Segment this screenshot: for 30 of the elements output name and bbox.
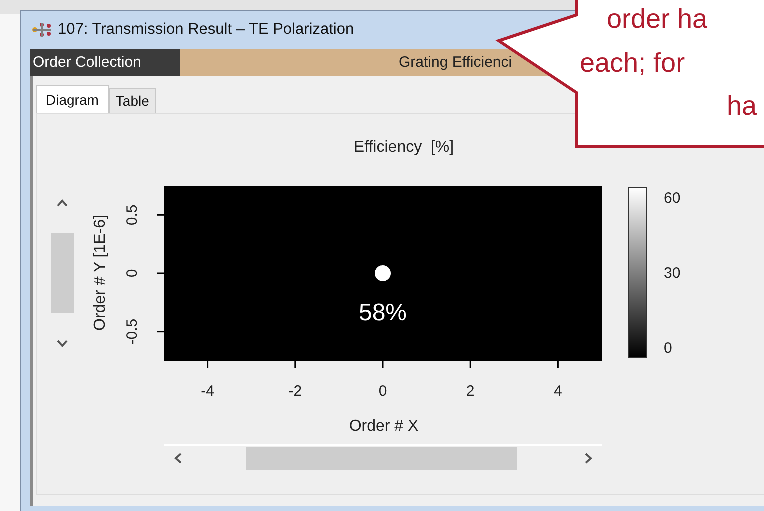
chevron-right-icon[interactable] — [585, 453, 592, 464]
value-label: 58% — [358, 300, 408, 326]
scrollbar-thumb[interactable] — [246, 447, 517, 470]
colorbar-label: 60 — [664, 190, 681, 207]
chevron-left-icon[interactable] — [174, 453, 182, 464]
x-tick-label: -4 — [201, 383, 214, 400]
section-label: Grating Efficienci — [399, 54, 512, 71]
callout-text: order ha — [607, 4, 708, 35]
scrollbar-thumb[interactable] — [51, 233, 74, 313]
x-tick-label: 0 — [378, 383, 388, 400]
x-axis-label: Order # X — [349, 418, 419, 435]
colorbar-label: 0 — [664, 340, 672, 357]
x-tick-label: 2 — [466, 383, 475, 400]
callout-text: each; for — [580, 48, 686, 79]
y-tick-label: 0.5 — [124, 204, 141, 226]
app-icon — [32, 22, 52, 38]
callout-text: ha — [727, 91, 758, 122]
y-axis-label: Order # Y [1E-6] — [92, 215, 109, 331]
colorbar-label: 30 — [664, 265, 681, 282]
x-tick-label: 4 — [554, 383, 562, 400]
tab[interactable]: Table — [108, 88, 156, 113]
chevron-up-icon[interactable] — [57, 200, 68, 207]
window-title: 107: Transmission Result – TE Polarization — [58, 21, 354, 39]
collection-label: Order Collection — [30, 49, 180, 76]
tab[interactable]: Diagram — [36, 85, 109, 113]
x-tick-label: -2 — [288, 383, 302, 400]
y-tick-label: -0.5 — [124, 318, 141, 345]
chart-title: Efficiency [%] — [354, 139, 454, 156]
y-tick-label: 0 — [124, 269, 141, 278]
chevron-down-icon[interactable] — [57, 340, 68, 348]
